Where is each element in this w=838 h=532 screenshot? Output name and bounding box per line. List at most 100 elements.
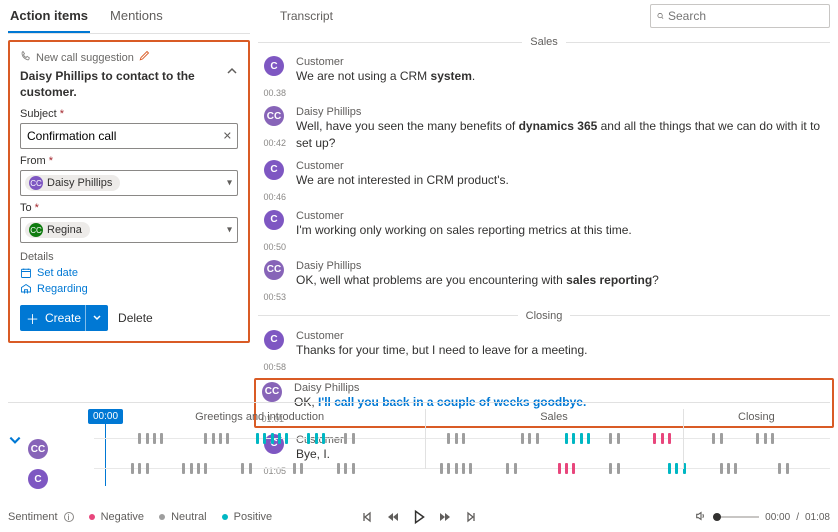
- search-input[interactable]: [650, 4, 830, 28]
- sentiment-tick: [241, 463, 244, 474]
- timeline-agent-avatar: CC: [28, 439, 48, 459]
- sentiment-tick: [146, 463, 149, 474]
- collapse-icon[interactable]: [226, 65, 238, 80]
- footer: Sentiment i Negative Neutral Positive 00…: [8, 506, 830, 528]
- sentiment-tick: [653, 433, 656, 444]
- sentiment-tick: [146, 433, 149, 444]
- create-button[interactable]: ＋ Create: [20, 305, 108, 331]
- sentiment-tick: [565, 433, 568, 444]
- sentiment-tick: [204, 463, 207, 474]
- timestamp: 00:42: [262, 126, 286, 148]
- info-icon[interactable]: i: [64, 512, 74, 522]
- sentiment-tick: [756, 433, 759, 444]
- transcript-turn[interactable]: C00:50CustomerI'm working only working o…: [258, 206, 830, 256]
- time-current: 00:00: [765, 512, 790, 523]
- sentiment-tick: [572, 463, 575, 474]
- sentiment-tick: [352, 433, 355, 444]
- volume-slider[interactable]: [713, 516, 759, 518]
- tab-action-items[interactable]: Action items: [8, 0, 90, 33]
- delete-button[interactable]: Delete: [118, 311, 153, 325]
- action-item-title: Daisy Phillips to contact to the custome…: [20, 69, 238, 100]
- sentiment-tick: [668, 433, 671, 444]
- speaker-name: Dasiy Phillips: [296, 260, 830, 272]
- rewind-icon[interactable]: [385, 509, 401, 525]
- sentiment-tick: [558, 463, 561, 474]
- segment-label: Greetings and introduction: [94, 411, 425, 423]
- transcript-heading: Transcript: [280, 9, 333, 23]
- agent-track[interactable]: [94, 429, 830, 449]
- sentiment-tick: [786, 463, 789, 474]
- speaker-name: Daisy Phillips: [296, 106, 830, 118]
- sentiment-tick: [469, 463, 472, 474]
- transcript-turn[interactable]: C00:58CustomerThanks for your time, but …: [258, 326, 830, 376]
- timestamp: 00:50: [262, 230, 286, 252]
- sentiment-tick: [212, 433, 215, 444]
- sentiment-tick: [506, 463, 509, 474]
- sentiment-tick: [668, 463, 671, 474]
- sentiment-tick: [617, 433, 620, 444]
- speaker-name: Customer: [296, 330, 830, 342]
- sentiment-tick: [153, 433, 156, 444]
- timestamp: 00:46: [262, 180, 286, 202]
- subject-input[interactable]: [20, 123, 238, 149]
- timeline-collapse-icon[interactable]: [8, 409, 22, 450]
- sentiment-tick: [609, 433, 612, 444]
- timestamp: 00:58: [262, 350, 286, 372]
- sentiment-tick: [528, 433, 531, 444]
- sentiment-tick: [197, 463, 200, 474]
- sentiment-tick: [138, 463, 141, 474]
- volume-icon[interactable]: [695, 510, 707, 525]
- sentiment-tick: [447, 433, 450, 444]
- transcript-turn[interactable]: C00:46CustomerWe are not interested in C…: [258, 156, 830, 206]
- sentiment-label: Sentiment: [8, 511, 58, 523]
- sentiment-tick: [300, 463, 303, 474]
- speaker-name: Daisy Phillips: [294, 382, 828, 394]
- player-controls: [359, 509, 479, 525]
- sentiment-tick: [514, 463, 517, 474]
- sentiment-tick: [337, 463, 340, 474]
- speaker-avatar: C: [264, 56, 284, 76]
- sentiment-tick: [462, 433, 465, 444]
- forward-icon[interactable]: [437, 509, 453, 525]
- set-date-link[interactable]: Set date: [20, 267, 238, 279]
- transcript-turn[interactable]: CC00:53Dasiy PhillipsOK, well what probl…: [258, 256, 830, 306]
- transcript-turn[interactable]: C00.38CustomerWe are not using a CRM sys…: [258, 52, 830, 102]
- sentiment-tick: [764, 433, 767, 444]
- from-input[interactable]: CCDaisy Phillips: [20, 170, 238, 196]
- sentiment-tick: [462, 463, 465, 474]
- tab-mentions[interactable]: Mentions: [108, 0, 165, 33]
- customer-track[interactable]: [94, 459, 830, 479]
- sentiment-tick: [565, 463, 568, 474]
- skip-end-icon[interactable]: [463, 509, 479, 525]
- sentiment-tick: [440, 463, 443, 474]
- sentiment-tick: [675, 463, 678, 474]
- sentiment-tick: [455, 463, 458, 474]
- sentiment-tick: [182, 463, 185, 474]
- to-input[interactable]: CCRegina: [20, 217, 238, 243]
- sentiment-tick: [138, 433, 141, 444]
- speaker-name: Customer: [296, 56, 830, 68]
- chevron-down-icon[interactable]: ▾: [227, 225, 232, 236]
- sentiment-tick: [307, 433, 310, 444]
- sentiment-tick: [521, 433, 524, 444]
- skip-start-icon[interactable]: [359, 509, 375, 525]
- speaker-avatar: C: [264, 330, 284, 350]
- search-icon: [657, 10, 664, 22]
- speaker-avatar: CC: [264, 106, 284, 126]
- regarding-link[interactable]: Regarding: [20, 283, 238, 295]
- play-icon[interactable]: [411, 509, 427, 525]
- section-divider: Sales: [258, 36, 830, 48]
- utterance-text: OK, well what problems are you encounter…: [296, 272, 830, 289]
- subject-label: Subject: [20, 108, 238, 120]
- utterance-text: We are not using a CRM system.: [296, 68, 830, 85]
- edit-icon[interactable]: [138, 50, 150, 65]
- from-label: From: [20, 155, 238, 167]
- chevron-down-icon[interactable]: ▾: [227, 178, 232, 189]
- clear-icon[interactable]: ✕: [223, 130, 232, 143]
- time-total: 01:08: [805, 512, 830, 523]
- sentiment-tick: [315, 433, 318, 444]
- timeline: CC C 00:00 Greetings and introductionSal…: [8, 402, 830, 502]
- create-split-chevron[interactable]: [85, 305, 108, 331]
- transcript-turn[interactable]: CC00:42Daisy PhillipsWell, have you seen…: [258, 102, 830, 156]
- sentiment-tick: [771, 433, 774, 444]
